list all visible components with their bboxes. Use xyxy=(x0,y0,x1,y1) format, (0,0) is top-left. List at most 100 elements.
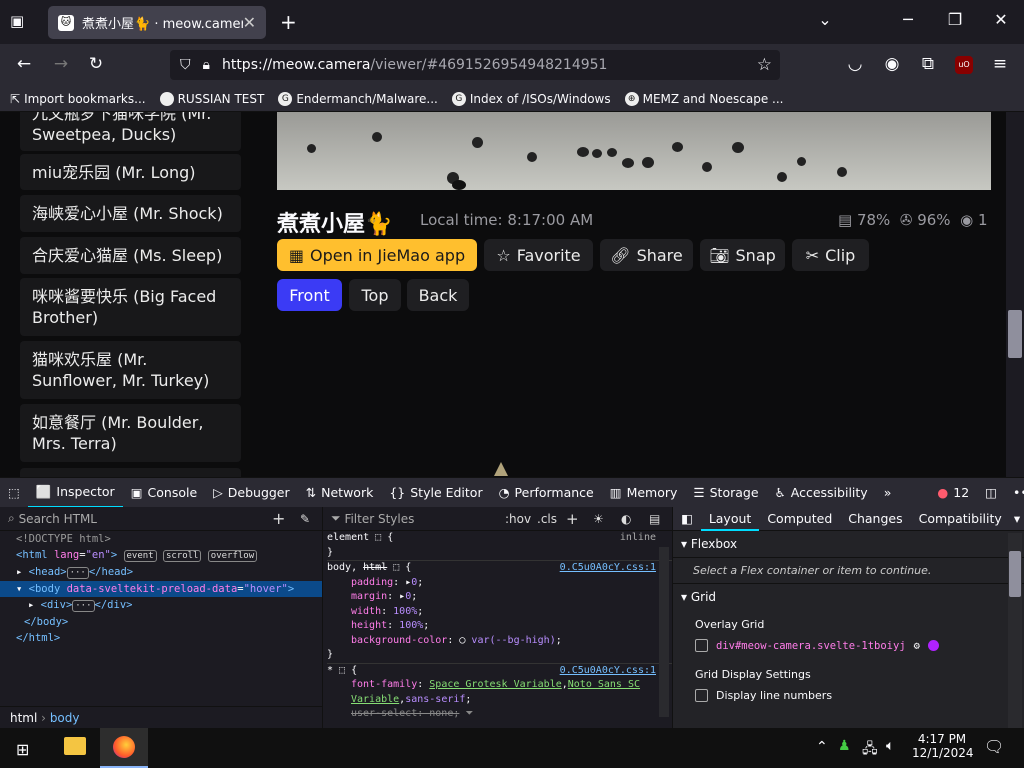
ublock-icon[interactable]: uO xyxy=(955,56,973,74)
chevron-up-icon[interactable]: ⌃ xyxy=(816,739,828,755)
windows-start-icon[interactable]: ⊞ xyxy=(16,740,29,759)
breadcrumb-item[interactable]: html xyxy=(10,711,37,725)
hov-toggle[interactable]: :hov xyxy=(505,512,531,526)
open-app-button[interactable]: ▦ Open in JieMao app xyxy=(277,239,477,271)
bookmark-item[interactable]: ⊕ MEMZ and Noescape ... xyxy=(624,91,784,106)
error-badge[interactable]: ● 12 xyxy=(929,478,977,508)
add-rule-icon[interactable]: + xyxy=(566,510,579,528)
css-declaration[interactable]: width: 100%; xyxy=(327,605,672,620)
dark-mode-icon[interactable]: ◐ xyxy=(621,512,631,526)
layout-scrollbar[interactable] xyxy=(1008,533,1022,728)
lock-icon[interactable]: 🔒︎ xyxy=(203,57,210,73)
tab-layout[interactable]: Layout xyxy=(700,507,760,531)
bookmark-item[interactable]: RUSSIAN TEST xyxy=(159,91,264,106)
notifications-icon[interactable]: 🗨︎ xyxy=(984,737,1004,756)
chevron-down-icon[interactable]: ⌄ xyxy=(810,10,840,29)
back-arrow-icon[interactable]: ← xyxy=(12,54,36,76)
tab-debugger[interactable]: ▷ Debugger xyxy=(205,478,298,508)
tab-style-editor[interactable]: {} Style Editor xyxy=(381,478,490,508)
sidebar-item-camera[interactable]: 九文瓶罗下猫咪学院 (Mr. Sweetpea, Ducks) xyxy=(20,112,241,151)
reload-icon[interactable]: ↻ xyxy=(84,54,108,76)
page-scrollbar[interactable] xyxy=(1006,112,1024,477)
restore-icon[interactable]: ❐ xyxy=(940,10,970,29)
css-declaration[interactable]: background-color: ◯ var(--bg-high); xyxy=(327,634,672,649)
sidebar-item-camera[interactable]: 海峡爱心小屋 (Mr. Shock) xyxy=(20,195,241,232)
css-declaration[interactable]: font-family: Space Grotesk Variable,Noto… xyxy=(327,678,672,707)
camera-video-feed[interactable] xyxy=(277,112,991,190)
dock-icon[interactable]: ◫ xyxy=(977,478,1005,508)
head-node[interactable]: ▸ <head> ··· </head> xyxy=(16,564,322,581)
tab-network[interactable]: ⇅ Network xyxy=(298,478,382,508)
more-options-icon[interactable]: ••• xyxy=(1005,478,1024,508)
shield-icon[interactable]: ⛉ xyxy=(180,57,191,73)
share-button[interactable]: 🔗︎ Share xyxy=(600,239,693,271)
breadcrumb-item[interactable]: body xyxy=(50,711,80,725)
clock[interactable]: 4:17 PM 12/1/2024 xyxy=(912,732,974,760)
pocket-icon[interactable]: ◡ xyxy=(843,54,867,76)
print-icon[interactable]: ▤ xyxy=(649,512,660,526)
css-declaration[interactable]: margin: ▸0; xyxy=(327,590,672,605)
close-window-icon[interactable]: ✕ xyxy=(986,10,1016,29)
bookmark-item[interactable]: G Index of /ISOs/Windows xyxy=(451,91,611,106)
filter-styles-input[interactable]: Filter Styles xyxy=(344,512,414,526)
bookmark-star-icon[interactable]: ☆ xyxy=(757,55,772,75)
menu-icon[interactable]: ≡ xyxy=(988,54,1012,76)
forward-arrow-icon[interactable]: → xyxy=(49,54,73,76)
grid-section-header[interactable]: ▾ Grid xyxy=(673,584,1024,610)
snap-button[interactable]: 📷︎ Snap xyxy=(700,239,785,271)
file-explorer-icon[interactable] xyxy=(64,737,86,755)
tab-accessibility[interactable]: ♿︎ Accessibility xyxy=(767,478,876,508)
sidebar-item-camera[interactable]: 如意餐厅 (Mr. Boulder, Mrs. Terra) xyxy=(20,404,241,462)
page-scrollbar-thumb[interactable] xyxy=(1008,310,1022,358)
sidebar-toggle-icon[interactable]: ◧ xyxy=(673,511,701,526)
url-bar[interactable]: ⛉ 🔒︎ https://meow.camera/viewer/#4691526… xyxy=(170,50,780,80)
minimize-icon[interactable]: ─ xyxy=(893,10,923,29)
firefox-taskbar-button[interactable] xyxy=(100,728,148,768)
sidebar-item-camera[interactable]: 猫咪欢乐屋 (Mr. Sunflower, Mr. Turkey) xyxy=(20,341,241,399)
sidebar-item-camera[interactable]: 咪咪酱要快乐 (Big Faced Brother) xyxy=(20,278,241,336)
rules-scrollbar[interactable] xyxy=(659,547,669,717)
sidebar-item-camera[interactable]: miu宠乐园 (Mr. Long) xyxy=(20,154,241,190)
body-node[interactable]: ▾ <body data-sveltekit-preload-data="hov… xyxy=(0,581,322,597)
tab-computed[interactable]: Computed xyxy=(759,511,840,526)
volume-icon[interactable]: 🔈︎ xyxy=(886,738,894,754)
css-declaration[interactable]: height: 100%; xyxy=(327,619,672,634)
grid-checkbox[interactable] xyxy=(695,639,708,652)
extensions-icon[interactable]: ⧉ xyxy=(916,54,940,76)
eyedropper-icon[interactable]: ✎ xyxy=(300,512,310,526)
color-swatch-icon[interactable] xyxy=(927,640,939,651)
top-camera-button[interactable]: Top xyxy=(349,279,401,311)
back-camera-button[interactable]: Back xyxy=(407,279,469,311)
tab-console[interactable]: ▣ Console xyxy=(123,478,205,508)
tab-list-icon[interactable]: ▣ xyxy=(10,12,24,30)
universal-rule[interactable]: * ⬚ { 0.C5u0A0cY.css:1 xyxy=(327,662,672,679)
bookmark-item[interactable]: ⇱ Import bookmarks... xyxy=(10,92,146,106)
tab-inspector[interactable]: ⬜ Inspector xyxy=(27,478,123,508)
more-tabs-icon[interactable]: » xyxy=(876,478,900,508)
tab-storage[interactable]: ☰ Storage xyxy=(685,478,766,508)
active-tab[interactable]: 🐱 煮煮小屋🐈 · meow.camera ✕ xyxy=(48,6,266,39)
light-mode-icon[interactable]: ☀ xyxy=(593,512,604,526)
doctype-node[interactable]: <!DOCTYPE html> xyxy=(16,531,322,547)
tab-memory[interactable]: ▥ Memory xyxy=(602,478,686,508)
css-declaration[interactable]: padding: ▸0; xyxy=(327,576,672,591)
user-tray-icon[interactable]: ♟ xyxy=(838,738,851,754)
sidebar-item-camera[interactable] xyxy=(20,468,241,477)
front-camera-button[interactable]: Front xyxy=(277,279,342,311)
tab-compatibility[interactable]: Compatibility xyxy=(911,511,1010,526)
clip-button[interactable]: ✂ Clip xyxy=(792,239,869,271)
tab-changes[interactable]: Changes xyxy=(840,511,910,526)
favorite-button[interactable]: ☆ Favorite xyxy=(484,239,593,271)
close-tab-icon[interactable]: ✕ xyxy=(243,13,256,32)
sidebar-item-camera[interactable]: 合庆爱心猫屋 (Ms. Sleep) xyxy=(20,237,241,274)
add-node-icon[interactable]: + xyxy=(272,509,285,528)
body-rule[interactable]: body, html ⬚ { 0.C5u0A0cY.css:1 xyxy=(327,560,672,576)
element-rule[interactable]: element ⬚ { inline xyxy=(327,531,672,546)
account-icon[interactable]: ◉ xyxy=(880,54,904,76)
new-tab-icon[interactable]: + xyxy=(280,10,297,34)
search-html-input[interactable]: Search HTML xyxy=(19,512,97,526)
bookmark-item[interactable]: G Endermanch/Malware... xyxy=(278,91,438,106)
flexbox-section-header[interactable]: ▾ Flexbox xyxy=(673,531,1024,558)
network-tray-icon[interactable]: 🖧︎ xyxy=(862,738,878,762)
tabs-dropdown-icon[interactable]: ▾ xyxy=(1010,511,1024,526)
